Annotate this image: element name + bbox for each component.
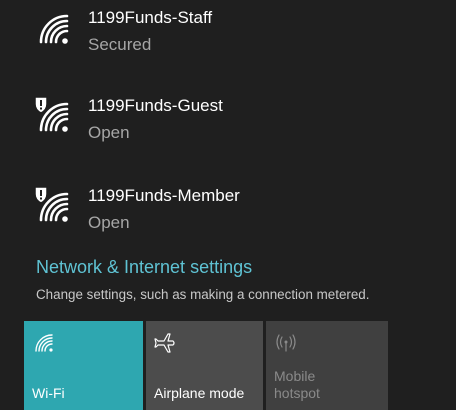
hotspot-label-line1: Mobile xyxy=(274,368,316,384)
airplane-icon xyxy=(154,331,178,355)
wifi-unsecured-icon xyxy=(32,96,76,136)
network-item-staff[interactable]: 1199Funds-Staff Secured xyxy=(0,0,456,80)
hotspot-icon xyxy=(274,331,298,355)
wifi-toggle-button[interactable]: Wi-Fi xyxy=(24,321,143,410)
network-status: Secured xyxy=(88,35,152,54)
mobile-hotspot-button[interactable]: Mobile hotspot xyxy=(266,321,388,410)
mobile-hotspot-label: Mobile hotspot xyxy=(274,368,320,402)
wifi-signal-icon xyxy=(32,8,76,48)
network-item-member[interactable]: 1199Funds-Member Open xyxy=(0,178,456,258)
wifi-toggle-label: Wi-Fi xyxy=(32,385,65,401)
network-settings-link[interactable]: Network & Internet settings xyxy=(36,257,252,278)
network-flyout: 1199Funds-Staff Secured 1199Funds-Guest … xyxy=(0,0,456,410)
wifi-icon xyxy=(32,331,56,355)
network-name: 1199Funds-Member xyxy=(88,186,240,205)
airplane-mode-button[interactable]: Airplane mode xyxy=(146,321,263,410)
airplane-mode-label: Airplane mode xyxy=(154,385,245,401)
hotspot-label-line2: hotspot xyxy=(274,385,320,401)
network-status: Open xyxy=(88,213,130,232)
network-settings-description: Change settings, such as making a connec… xyxy=(36,287,370,302)
network-item-guest[interactable]: 1199Funds-Guest Open xyxy=(0,88,456,168)
network-status: Open xyxy=(88,123,130,142)
network-name: 1199Funds-Staff xyxy=(88,8,213,27)
wifi-unsecured-icon xyxy=(32,186,76,226)
network-name: 1199Funds-Guest xyxy=(88,96,223,115)
